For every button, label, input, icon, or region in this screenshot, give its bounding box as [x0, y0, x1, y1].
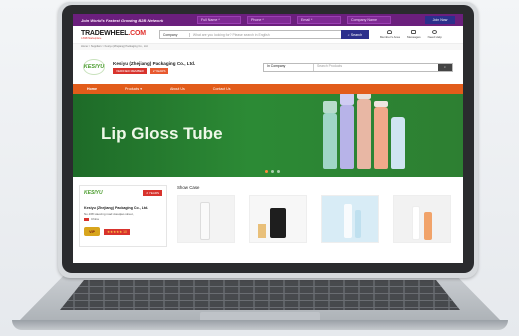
laptop-keyboard-rows	[60, 280, 460, 310]
vip-badge: VIP	[84, 227, 100, 236]
search-button-label: Search	[350, 32, 363, 37]
site-logo[interactable]: TRADEWHEEL.COM A B2B Marketplace	[81, 30, 146, 40]
showcase-cards	[177, 195, 457, 243]
company-search-input[interactable]: Search Products	[314, 64, 438, 71]
messages-link[interactable]: Messages	[407, 30, 421, 39]
nav-contact-us[interactable]: Contact Us	[213, 87, 231, 91]
user-icon	[387, 30, 393, 34]
china-flag-icon	[84, 217, 89, 221]
verified-badge: VERIFIED MEMBER	[113, 67, 147, 74]
banner-title: Lip Gloss Tube	[101, 124, 223, 143]
tube-image	[357, 99, 371, 169]
product-image	[258, 224, 266, 238]
tube-image	[340, 105, 354, 169]
company-info: Kesiyu (Zhejiang) Packaging Co., Ltd. VE…	[113, 61, 195, 74]
chevron-down-icon: ▾	[140, 87, 142, 91]
join-now-button[interactable]: Join Now	[425, 16, 455, 24]
company-name: Kesiyu (Zhejiang) Packaging Co., Ltd.	[113, 60, 196, 66]
members-area-link[interactable]: Member's Area	[380, 30, 400, 39]
company-search: In Company Search Products ⌕	[263, 62, 453, 72]
members-area-label: Member's Area	[379, 35, 400, 39]
company-badges: VERIFIED MEMBER 2 YEARS	[113, 67, 195, 74]
nav-products[interactable]: Products ▾	[125, 87, 142, 91]
message-icon	[411, 30, 417, 34]
company-search-scope[interactable]: In Company	[264, 63, 314, 71]
banner-dot[interactable]	[265, 170, 268, 173]
showcase-card[interactable]	[393, 195, 451, 243]
logo-subtitle: A B2B Marketplace	[81, 36, 102, 40]
tube-cap	[357, 94, 371, 99]
need-help-label: Need Help	[427, 35, 442, 39]
product-image	[355, 210, 361, 238]
search-input[interactable]: What are you looking for? Please search …	[190, 33, 341, 37]
logo-tld: .COM	[128, 29, 146, 37]
company-card-country-label: China	[91, 217, 99, 221]
showcase-card[interactable]	[321, 195, 379, 243]
showcase-section: Show Case	[177, 185, 457, 247]
company-search-button[interactable]: ⌕	[438, 63, 452, 71]
banner-dot[interactable]	[271, 170, 274, 173]
nav-about-us[interactable]: About Us	[170, 87, 185, 91]
search-icon: ⌕	[347, 32, 350, 37]
logo-main: TRADEWHEEL	[81, 29, 129, 37]
laptop-front-edge	[12, 320, 508, 330]
company-name-field[interactable]: Company Name	[347, 16, 391, 24]
tube-image	[374, 107, 388, 169]
search-category-select[interactable]: Company	[160, 32, 190, 37]
company-logo[interactable]: KESIYU	[83, 59, 105, 75]
search-icon: ⌕	[444, 65, 446, 69]
help-icon	[432, 30, 438, 34]
banner-dot[interactable]	[277, 170, 280, 173]
product-image	[344, 204, 352, 238]
nav-products-label: Products	[125, 87, 140, 91]
company-nav: Home Products ▾ About Us Contact Us	[73, 84, 463, 94]
tube-cap	[340, 94, 354, 105]
tube-image	[391, 117, 405, 169]
site-search: Company What are you looking for? Please…	[158, 30, 369, 39]
product-image	[200, 202, 210, 240]
need-help-link[interactable]: Need Help	[428, 30, 442, 39]
tube-image	[323, 113, 337, 169]
company-card-address: No.168 xiaoxing road xiaoqiao street,	[84, 212, 134, 216]
tube-cap	[323, 101, 337, 113]
phone-field[interactable]: Phone *	[247, 16, 291, 24]
company-card-years: 2 YEARS	[143, 190, 162, 196]
company-card-country: China	[84, 217, 162, 221]
email-field[interactable]: Email *	[297, 16, 341, 24]
company-card-top: KESIYU 2 YEARS	[84, 190, 162, 196]
showcase-card[interactable]	[177, 195, 235, 243]
company-card: KESIYU 2 YEARS Kesiyu (Zhejiang) Packagi…	[79, 185, 167, 247]
product-image	[424, 212, 432, 240]
signup-bar: Join World's Fastest Growing B2B Network…	[73, 14, 463, 26]
company-card-rating: VIP ★★★★★ 10	[84, 227, 162, 236]
star-rating: ★★★★★ 10	[104, 228, 130, 235]
signup-promo: Join World's Fastest Growing B2B Network	[81, 17, 164, 23]
company-card-logo[interactable]: KESIYU	[84, 190, 103, 196]
hero-banner[interactable]: Lip Gloss Tube	[73, 94, 463, 177]
tube-cap	[374, 101, 388, 107]
lower-section: KESIYU 2 YEARS Kesiyu (Zhejiang) Packagi…	[73, 177, 463, 247]
showcase-heading: Show Case	[177, 185, 200, 190]
search-button[interactable]: ⌕ Search	[340, 30, 369, 39]
product-image	[412, 206, 420, 240]
showcase-card[interactable]	[249, 195, 307, 243]
full-name-field[interactable]: Full Name *	[197, 16, 241, 24]
laptop-screen: Join World's Fastest Growing B2B Network…	[73, 14, 463, 263]
laptop-scene: Join World's Fastest Growing B2B Network…	[0, 0, 519, 336]
company-card-name: Kesiyu (Zhejiang) Packaging Co., Ltd.	[84, 206, 149, 210]
header-icons: Member's Area Messages Need Help	[380, 30, 442, 39]
banner-pagination	[265, 170, 280, 173]
nav-home[interactable]: Home	[87, 87, 97, 91]
years-badge: 2 YEARS	[149, 67, 169, 74]
company-header: KESIYU Kesiyu (Zhejiang) Packaging Co., …	[73, 50, 463, 84]
product-image	[270, 208, 286, 238]
messages-label: Messages	[406, 35, 421, 39]
site-header: TRADEWHEEL.COM A B2B Marketplace Company…	[73, 26, 463, 44]
